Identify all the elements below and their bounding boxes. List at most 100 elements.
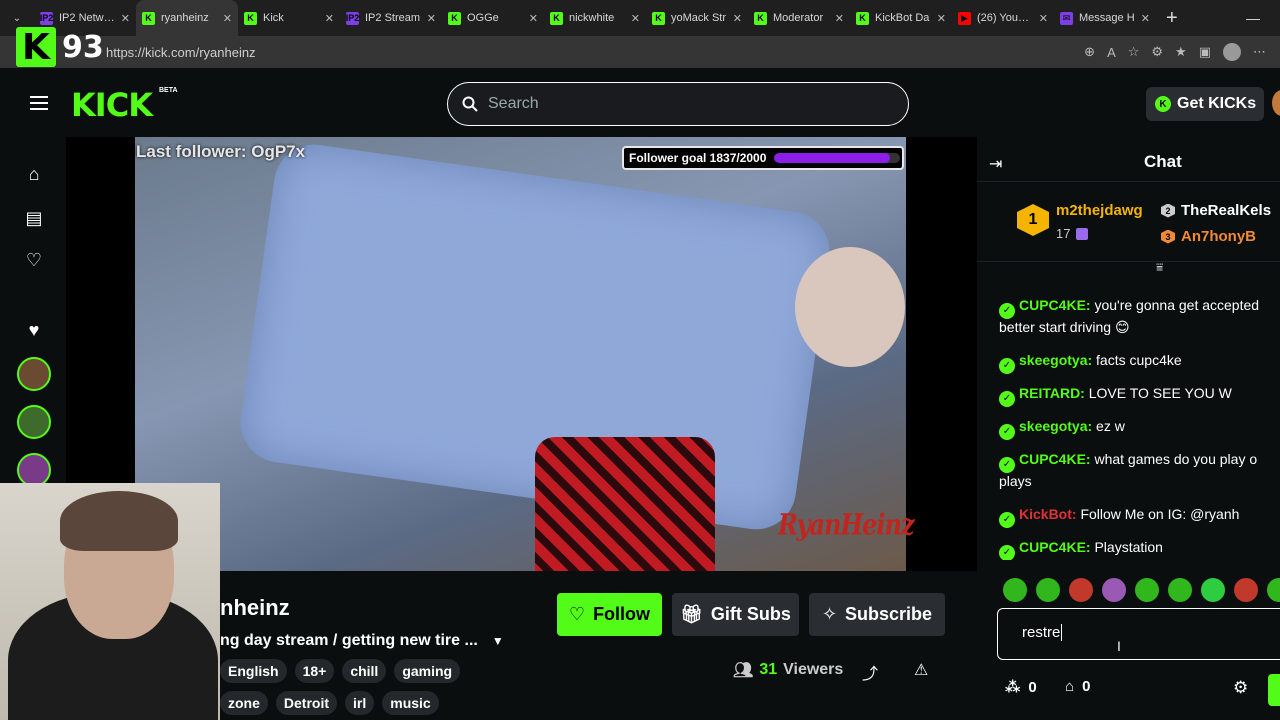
browser-tab[interactable]: Knickwhite ✕	[544, 0, 646, 36]
emote-icon[interactable]	[1201, 578, 1225, 602]
user-avatar[interactable]	[1272, 90, 1280, 116]
video-frame[interactable]	[135, 137, 906, 571]
emote-icon[interactable]	[1036, 578, 1060, 602]
home-icon[interactable]: ⌂	[24, 164, 44, 184]
browse-icon[interactable]: ▤	[24, 208, 44, 228]
tab-list-chevron-icon[interactable]: ⌄	[0, 13, 34, 24]
share-icon[interactable]: ⤴	[862, 660, 878, 684]
browser-tab[interactable]: K OGGe ✕	[442, 0, 544, 36]
channel-name[interactable]: nheinz	[220, 595, 290, 621]
close-tab-icon[interactable]: ✕	[427, 12, 436, 25]
tab-title: nickwhite	[569, 12, 615, 24]
emote-icon[interactable]	[1102, 578, 1126, 602]
followed-channel-avatar[interactable]	[17, 453, 51, 487]
follower-goal-bar	[774, 153, 901, 163]
zoom-icon[interactable]: ⊕	[1084, 44, 1095, 60]
chat-message-text-continued: plays	[999, 473, 1032, 489]
close-tab-icon[interactable]: ✕	[223, 12, 232, 25]
extensions-icon[interactable]: ⚙	[1151, 44, 1163, 60]
browser-tab[interactable]: ✉ Message H ✕	[1054, 0, 1156, 36]
tag-chip[interactable]: English	[220, 659, 287, 683]
emote-icon[interactable]	[1234, 578, 1258, 602]
read-aloud-icon[interactable]: A	[1107, 45, 1116, 60]
browser-tab[interactable]: IP2 IP2 Stream ✕	[340, 0, 442, 36]
tag-chip[interactable]: 18+	[294, 659, 335, 683]
browser-tab[interactable]: ▶ (26) YouTub ✕	[952, 0, 1054, 36]
chat-username[interactable]: CUPC4KE:	[1019, 539, 1091, 555]
chat-username[interactable]: skeegotya:	[1019, 352, 1092, 368]
tag-chip[interactable]: gaming	[394, 659, 461, 683]
tab-title: KickBot Da	[875, 12, 930, 24]
follow-button[interactable]: ♡ Follow	[557, 593, 662, 636]
close-tab-icon[interactable]: ✕	[325, 12, 334, 25]
followed-channel-avatar[interactable]	[17, 405, 51, 439]
emote-icon[interactable]	[1069, 578, 1093, 602]
tag-chip[interactable]: Detroit	[275, 691, 338, 715]
new-tab-icon[interactable]: +	[1166, 7, 1178, 30]
kicks-coin-icon: K	[1155, 96, 1171, 112]
channel-points[interactable]: ⁂ 0	[1005, 678, 1037, 697]
emote-bar	[1003, 578, 1280, 602]
expand-pinned-icon[interactable]: ⩸	[1156, 260, 1163, 275]
browser-tab[interactable]: K Kick ✕	[238, 0, 340, 36]
favorite-star-icon[interactable]: ☆	[1128, 44, 1140, 60]
leaderboard-third[interactable]: 3 An7honyB	[1161, 228, 1256, 245]
gift-subs-button[interactable]: 🎁︎ Gift Subs	[672, 593, 799, 636]
emote-icon[interactable]	[1003, 578, 1027, 602]
leaderboard-first-name[interactable]: m2thejdawg	[1056, 202, 1143, 219]
collapse-chat-icon[interactable]: ⇥	[989, 154, 1002, 174]
favorites-icon[interactable]: ★	[1175, 44, 1187, 60]
chat-username[interactable]: KickBot:	[1019, 506, 1077, 522]
chat-username[interactable]: CUPC4KE:	[1019, 297, 1091, 313]
chat-message: ✓ CUPC4KE: what games do you play o	[999, 448, 1280, 473]
browser-tab[interactable]: Kryanheinz ✕	[136, 0, 238, 36]
send-chat-button[interactable]	[1268, 674, 1280, 706]
streamer-watermark-logo: RyanHeinz	[778, 507, 915, 542]
search-input[interactable]: Search	[447, 82, 909, 126]
close-tab-icon[interactable]: ✕	[1141, 12, 1150, 25]
close-tab-icon[interactable]: ✕	[631, 12, 640, 25]
site-header: KICK BETA Search K Get KICKs	[0, 68, 1280, 140]
chat-settings-gear-icon[interactable]: ⚙	[1233, 678, 1248, 698]
close-tab-icon[interactable]: ✕	[121, 12, 130, 25]
tag-chip[interactable]: irl	[345, 691, 375, 715]
browser-tab[interactable]: KyoMack Str ✕	[646, 0, 748, 36]
close-tab-icon[interactable]: ✕	[937, 12, 946, 25]
menu-icon[interactable]	[30, 96, 48, 110]
close-tab-icon[interactable]: ✕	[733, 12, 742, 25]
store-button[interactable]: ⌂ 0	[1065, 678, 1090, 695]
followed-channel-avatar[interactable]	[17, 357, 51, 391]
browser-tab[interactable]: K Moderator ✕	[748, 0, 850, 36]
subscribe-button[interactable]: ✧ Subscribe	[809, 593, 945, 636]
tag-chip[interactable]: zone	[220, 691, 268, 715]
emote-icon[interactable]	[1168, 578, 1192, 602]
emote-icon[interactable]	[1267, 578, 1280, 602]
chat-username[interactable]: REITARD:	[1019, 385, 1085, 401]
emote-icon[interactable]	[1135, 578, 1159, 602]
get-kicks-button[interactable]: K Get KICKs	[1146, 87, 1264, 121]
profile-avatar[interactable]	[1223, 43, 1241, 61]
url-field[interactable]: https://kick.com/ryanheinz	[106, 45, 256, 60]
chat-username[interactable]: CUPC4KE:	[1019, 451, 1091, 467]
tags-row: zone Detroit irl music	[220, 691, 439, 715]
chat-input[interactable]: restre	[997, 608, 1280, 660]
report-warning-icon[interactable]: ⚠	[914, 660, 928, 680]
close-tab-icon[interactable]: ✕	[529, 12, 538, 25]
tag-chip[interactable]: music	[382, 691, 439, 715]
browser-tab[interactable]: K KickBot Da ✕	[850, 0, 952, 36]
close-tab-icon[interactable]: ✕	[835, 12, 844, 25]
heart-icon: ♡	[568, 604, 586, 624]
tag-chip[interactable]: chill	[342, 659, 387, 683]
chevron-down-icon[interactable]: ▼	[492, 634, 504, 648]
collections-icon[interactable]: ▣	[1199, 44, 1211, 60]
leaderboard-second[interactable]: 2 TheRealKels	[1161, 202, 1271, 219]
close-tab-icon[interactable]: ✕	[1039, 12, 1048, 25]
chat-username[interactable]: skeegotya:	[1019, 418, 1092, 434]
minimize-icon[interactable]: —	[1246, 10, 1260, 26]
more-options-icon[interactable]: ⋯	[1253, 44, 1266, 60]
following-icon[interactable]: ♡	[24, 250, 44, 270]
tab-title: yoMack Str	[671, 12, 727, 24]
kick-logo[interactable]: KICK	[71, 86, 153, 124]
video-content-legs	[535, 437, 715, 571]
chat-message-text: what games do you play o	[1090, 451, 1258, 467]
